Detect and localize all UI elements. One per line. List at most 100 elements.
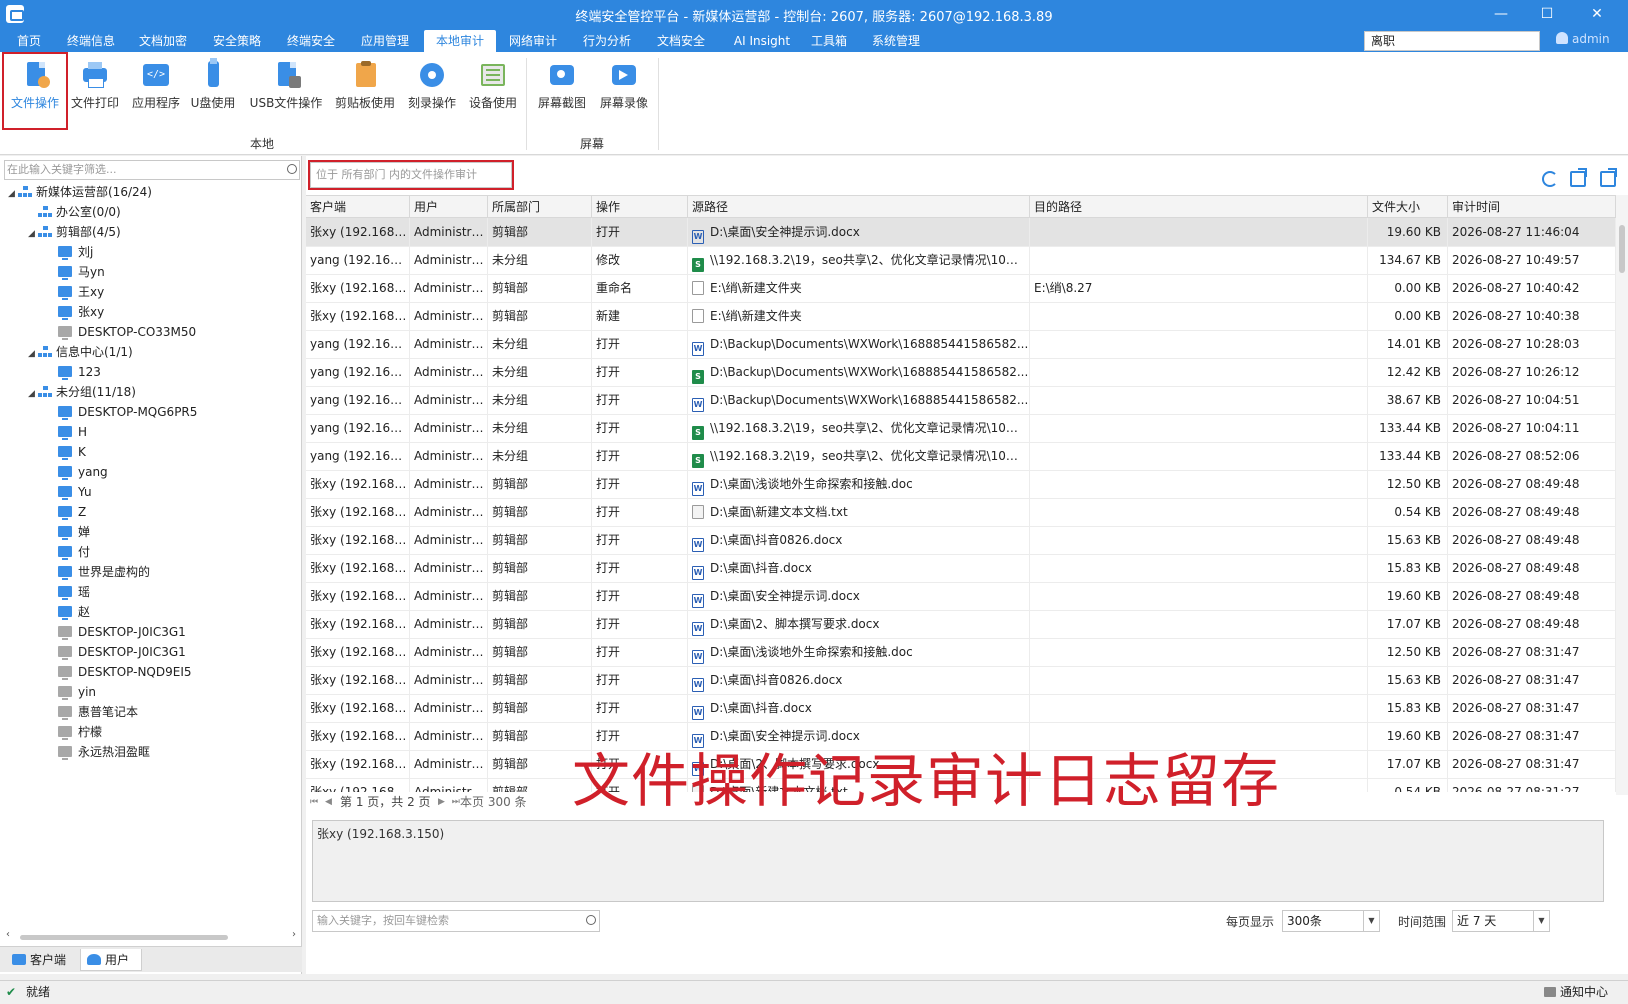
chevron-down-icon[interactable]: ▼ bbox=[1363, 911, 1379, 931]
page-nav-first-prev-icon[interactable]: ⏮ ◀ bbox=[310, 792, 334, 812]
tree-node-client[interactable]: yang bbox=[58, 462, 108, 482]
close-button[interactable]: ✕ bbox=[1574, 0, 1620, 28]
scroll-left-icon[interactable]: ‹ bbox=[6, 929, 10, 940]
tree-node-root[interactable]: ◢ 新媒体运营部(16/24) bbox=[8, 182, 152, 202]
column-header-target-path[interactable]: 目的路径 bbox=[1030, 196, 1368, 218]
notification-center-button[interactable]: 通知中心 bbox=[1560, 981, 1608, 1003]
table-row[interactable]: yang (192.168.3.72) Administrator 未分组 打开 S D:… bbox=[306, 358, 1616, 387]
table-row[interactable]: 张xy (192.168.3.150) Administrator 剪辑部 打开 W D:… bbox=[306, 666, 1616, 695]
tree-node-client[interactable]: 柠檬 bbox=[58, 722, 102, 742]
table-row[interactable]: yang (192.168.3.72) Administrator 未分组 修改 S \\… bbox=[306, 246, 1616, 275]
table-row[interactable]: 张xy (192.168.3.150) Administrator 剪辑部 打开 W D:… bbox=[306, 554, 1616, 583]
tab-clients[interactable]: 客户端 bbox=[6, 949, 74, 971]
time-range-select[interactable]: 近 7 天 ▼ bbox=[1452, 910, 1550, 932]
screenshot-button[interactable]: 屏幕截图 bbox=[534, 56, 590, 130]
menu-item-network-audit[interactable]: 网络审计 bbox=[502, 30, 564, 52]
application-button[interactable]: </> 应用程序 bbox=[128, 56, 184, 130]
tree-node-info-center[interactable]: ◢ 信息中心(1/1) bbox=[28, 342, 133, 362]
collapse-arrow-icon[interactable]: ◢ bbox=[28, 384, 38, 404]
clipboard-button[interactable]: 剪贴板使用 bbox=[332, 56, 398, 130]
scroll-thumb[interactable] bbox=[1619, 225, 1625, 273]
menu-item-toolbox[interactable]: 工具箱 bbox=[804, 30, 854, 52]
tree-node-client[interactable]: yin bbox=[58, 682, 96, 702]
menu-item-doc-encryption[interactable]: 文档加密 bbox=[132, 30, 194, 52]
usb-file-operation-button[interactable]: USB文件操作 bbox=[244, 56, 328, 130]
tree-node-client[interactable]: DESKTOP-NQD9EI5 bbox=[58, 662, 192, 682]
tab-users[interactable]: 用户 bbox=[80, 949, 142, 971]
tree-node-client[interactable]: DESKTOP-MQG6PR5 bbox=[58, 402, 197, 422]
search-icon[interactable] bbox=[586, 915, 596, 925]
keyword-search-input[interactable]: 输入关键字，按回车键检索 bbox=[312, 910, 600, 932]
table-row[interactable]: 张xy (192.168.3.150) Administrator 剪辑部 打开 D:\… bbox=[306, 498, 1616, 527]
menu-item-terminal-security[interactable]: 终端安全 bbox=[280, 30, 342, 52]
menu-search-input[interactable]: 离职 bbox=[1364, 31, 1540, 51]
collapse-arrow-icon[interactable]: ◢ bbox=[28, 224, 38, 244]
tree-node-ungrouped[interactable]: ◢ 未分组(11/18) bbox=[28, 382, 136, 402]
table-row[interactable]: 张xy (192.168.3.150) Administrator 剪辑部 打开 W D:… bbox=[306, 694, 1616, 723]
collapse-arrow-icon[interactable]: ◢ bbox=[8, 184, 18, 204]
user-menu[interactable]: admin bbox=[1556, 32, 1610, 46]
tree-node-client[interactable]: 付 bbox=[58, 542, 90, 562]
minimize-button[interactable]: — bbox=[1478, 0, 1524, 28]
refresh-icon[interactable] bbox=[1542, 171, 1558, 187]
column-header-audit-time[interactable]: 审计时间 bbox=[1448, 196, 1616, 218]
search-icon[interactable] bbox=[287, 164, 297, 174]
tree-node-client[interactable]: K bbox=[58, 442, 86, 462]
menu-item-behavior-analysis[interactable]: 行为分析 bbox=[576, 30, 638, 52]
table-row[interactable]: yang (192.168.3.72) Administrator 未分组 打开 W D:… bbox=[306, 330, 1616, 359]
tree-node-client[interactable]: 123 bbox=[58, 362, 101, 382]
menu-item-ai-insight[interactable]: AI Insight bbox=[724, 30, 800, 52]
tree-node-office[interactable]: 办公室(0/0) bbox=[28, 202, 121, 222]
usb-disk-button[interactable]: U盘使用 bbox=[188, 56, 238, 130]
tree-node-edit-dept[interactable]: ◢ 剪辑部(4/5) bbox=[28, 222, 121, 242]
column-header-user[interactable]: 用户 bbox=[410, 196, 488, 218]
tree-node-client[interactable]: 赵 bbox=[58, 602, 90, 622]
table-vertical-scrollbar[interactable] bbox=[1616, 195, 1628, 795]
tree-node-client[interactable]: 婵 bbox=[58, 522, 90, 542]
tree-node-client[interactable]: 王xy bbox=[58, 282, 104, 302]
tree-filter-input[interactable]: 在此输入关键字筛选... bbox=[4, 160, 300, 180]
scroll-thumb[interactable] bbox=[20, 935, 228, 940]
page-nav-next-last-icon[interactable]: ▶ ⏭ bbox=[438, 792, 462, 812]
tree-node-client[interactable]: 张xy bbox=[58, 302, 104, 322]
tree-node-client[interactable]: 刘j bbox=[58, 242, 93, 262]
tree-node-client[interactable]: 惠普笔记本 bbox=[58, 702, 138, 722]
table-row[interactable]: 张xy (192.168.3.150) Administrator 剪辑部 打开 W D:… bbox=[306, 470, 1616, 499]
table-row[interactable]: 张xy (192.168.3.150) Administrator 剪辑部 打开 W D:… bbox=[306, 610, 1616, 639]
menu-item-system-management[interactable]: 系统管理 bbox=[864, 30, 928, 52]
menu-item-security-policy[interactable]: 安全策略 bbox=[206, 30, 268, 52]
tree-node-client[interactable]: 世界是虚构的 bbox=[58, 562, 150, 582]
column-header-source-path[interactable]: 源路径 bbox=[688, 196, 1030, 218]
share-icon[interactable] bbox=[1600, 168, 1617, 187]
tree-horizontal-scrollbar[interactable]: ‹ › bbox=[6, 929, 296, 942]
table-row[interactable]: 张xy (192.168.3.150) Administrator 剪辑部 打开 W D:… bbox=[306, 218, 1616, 247]
menu-item-terminal-info[interactable]: 终端信息 bbox=[60, 30, 122, 52]
table-row[interactable]: 张xy (192.168.3.150) Administrator 剪辑部 重命名 E:… bbox=[306, 274, 1616, 303]
collapse-arrow-icon[interactable]: ◢ bbox=[28, 344, 38, 364]
device-usage-button[interactable]: 设备使用 bbox=[464, 56, 522, 130]
menu-item-doc-security[interactable]: 文档安全 bbox=[650, 30, 712, 52]
tree-node-client[interactable]: DESKTOP-J0IC3G1 bbox=[58, 642, 186, 662]
table-row[interactable]: 张xy (192.168.3.150) Administrator 剪辑部 打开 W D:… bbox=[306, 582, 1616, 611]
menu-item-home[interactable]: 首页 bbox=[4, 30, 54, 52]
table-row[interactable]: 张xy (192.168.3.150) Administrator 剪辑部 打开 W D:… bbox=[306, 526, 1616, 555]
table-row[interactable]: yang (192.168.3.72) Administrator 未分组 打开 W D:… bbox=[306, 386, 1616, 415]
table-row[interactable]: 张xy (192.168.3.150) Administrator 剪辑部 新建 E:\… bbox=[306, 302, 1616, 331]
table-row[interactable]: yang (192.168.3.72) Administrator 未分组 打开 S \\… bbox=[306, 442, 1616, 471]
tree-node-client[interactable]: H bbox=[58, 422, 87, 442]
file-print-button[interactable]: 文件打印 bbox=[68, 56, 122, 130]
column-header-department[interactable]: 所属部门 bbox=[488, 196, 592, 218]
tree-node-client[interactable]: Z bbox=[58, 502, 86, 522]
chevron-down-icon[interactable]: ▼ bbox=[1533, 911, 1549, 931]
menu-item-local-audit[interactable]: 本地审计 bbox=[424, 30, 496, 52]
column-header-file-size[interactable]: 文件大小 bbox=[1368, 196, 1448, 218]
burn-operation-button[interactable]: 刻录操作 bbox=[404, 56, 460, 130]
scroll-right-icon[interactable]: › bbox=[292, 929, 296, 940]
maximize-button[interactable]: ☐ bbox=[1524, 0, 1570, 28]
tree-node-client[interactable]: Yu bbox=[58, 482, 92, 502]
column-header-client[interactable]: 客户端 bbox=[306, 196, 410, 218]
menu-item-app-management[interactable]: 应用管理 bbox=[354, 30, 416, 52]
column-header-operation[interactable]: 操作 bbox=[592, 196, 688, 218]
tree-node-client[interactable]: 马yn bbox=[58, 262, 105, 282]
tree-node-client[interactable]: 瑶 bbox=[58, 582, 90, 602]
